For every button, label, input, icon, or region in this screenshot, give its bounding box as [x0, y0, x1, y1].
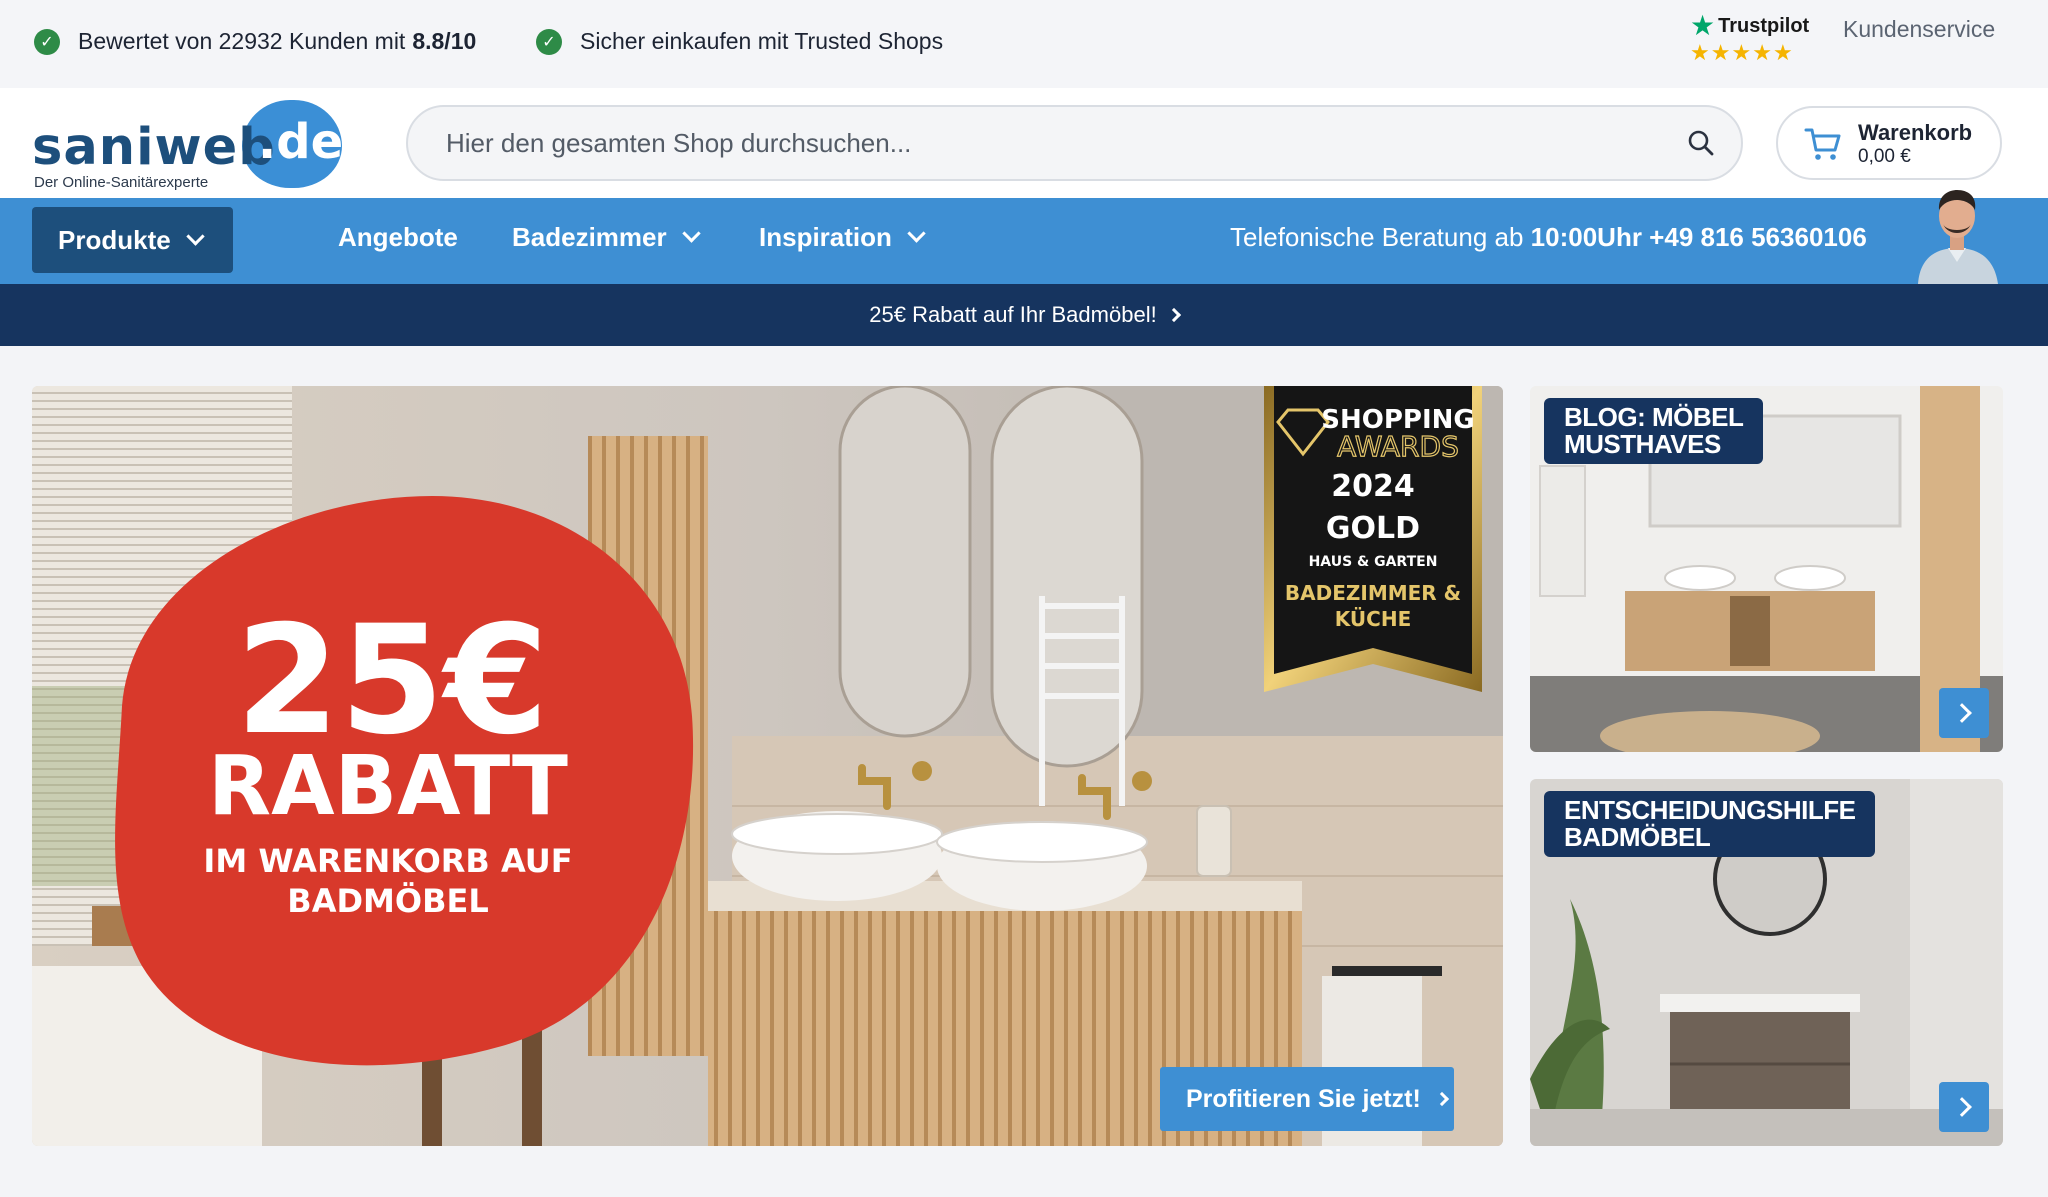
trustpilot-widget[interactable]: ★ Trustpilot ★ ★ ★ ★ ★: [1690, 12, 1809, 64]
chevron-right-icon: [1434, 1091, 1449, 1107]
hero-bathroom-image: 25€ RABATT IM WARENKORB AUF BADMÖBEL SHO…: [32, 386, 1503, 1146]
card-title-line-2: MUSTHAVES: [1564, 429, 1721, 459]
logo[interactable]: saniweb .de Der Online-Sanitärexperte: [32, 100, 344, 191]
customer-service-link[interactable]: Kundenservice: [1843, 16, 1995, 43]
discount-word: RABATT: [208, 739, 568, 834]
award-sub-2: KÜCHE: [1335, 607, 1411, 631]
rating-value: 8.8/10: [412, 28, 477, 54]
nav-item-offers[interactable]: Angebote: [338, 222, 458, 253]
star-icon: ★: [1710, 40, 1731, 65]
top-bar: ✓ Bewertet von 22932 Kunden mit 8.8/10 ✓…: [0, 0, 2048, 88]
star-icon: ★: [1772, 40, 1793, 65]
chevron-right-icon: [1166, 307, 1181, 323]
nav-item-label: Badezimmer: [512, 222, 667, 252]
search-icon[interactable]: [1687, 129, 1715, 157]
chevron-down-icon: [907, 224, 926, 243]
logo-tagline: Der Online-Sanitärexperte: [34, 174, 209, 191]
chevron-down-icon: [185, 226, 205, 246]
card-title-badge: BLOG: MÖBEL MUSTHAVES: [1544, 398, 1764, 464]
card-title-line-1: ENTSCHEIDUNGSHILFE: [1564, 795, 1856, 825]
cart-button[interactable]: Warenkorb 0,00 €: [1776, 106, 2002, 180]
phone-number: 10:00Uhr +49 816 56360106: [1530, 222, 1867, 252]
cart-total: 0,00 €: [1858, 146, 1911, 167]
award-category: HAUS & GARTEN: [1309, 554, 1438, 570]
rating-text: Bewertet von 22932 Kunden mit: [78, 28, 406, 54]
discount-line-2: BADMÖBEL: [287, 882, 488, 920]
products-menu-button[interactable]: Produkte: [32, 207, 233, 273]
nav-item-bathroom[interactable]: Badezimmer: [512, 222, 701, 253]
trusted-shops-badge: ✓ Sicher einkaufen mit Trusted Shops: [536, 28, 943, 55]
cta-profit-button[interactable]: Profitieren Sie jetzt!: [1160, 1067, 1454, 1131]
cart-icon: [1804, 128, 1841, 160]
card-title-line-1: BLOG: MÖBEL: [1564, 402, 1744, 432]
award-sub-1: BADEZIMMER &: [1285, 581, 1461, 605]
nav-item-label: Inspiration: [759, 222, 892, 252]
trustpilot-name: Trustpilot: [1718, 14, 1810, 37]
card-title-line-2: BADMÖBEL: [1564, 822, 1711, 852]
blog-card-furniture-musthaves[interactable]: BLOG: MÖBEL MUSTHAVES: [1530, 386, 2003, 752]
trustpilot-star-icon: ★: [1690, 10, 1716, 41]
chevron-right-icon[interactable]: [1939, 1082, 1989, 1132]
cta-label: Profitieren Sie jetzt!: [1186, 1084, 1421, 1113]
logo-wordmark: saniweb: [32, 118, 276, 177]
nav-item-inspiration[interactable]: Inspiration: [759, 222, 926, 253]
chevron-right-icon[interactable]: [1939, 688, 1989, 738]
award-level: GOLD: [1326, 511, 1420, 546]
promo-banner: 25€ Rabatt auf Ihr Badmöbel!: [0, 284, 2048, 346]
main-navigation: Produkte Angebote Badezimmer Inspiration…: [0, 198, 2048, 284]
award-line-2: AWARDS: [1337, 430, 1459, 463]
trustpilot-rating-stars: ★ ★ ★ ★ ★: [1690, 42, 1809, 64]
chevron-down-icon: [681, 224, 701, 243]
award-year: 2024: [1331, 469, 1415, 504]
hero-banner[interactable]: 25€ RABATT IM WARENKORB AUF BADMÖBEL SHO…: [32, 386, 1503, 1146]
cart-label: Warenkorb: [1858, 120, 1973, 145]
discount-line-1: IM WARENKORB AUF: [203, 842, 572, 880]
star-icon: ★: [1752, 40, 1772, 65]
header: saniweb .de Der Online-Sanitärexperte Wa…: [0, 88, 2048, 198]
guide-card-bathroom-furniture[interactable]: ENTSCHEIDUNGSHILFE BADMÖBEL: [1530, 779, 2003, 1146]
star-icon: ★: [1690, 40, 1710, 65]
check-icon: ✓: [34, 28, 60, 55]
products-label: Produkte: [58, 224, 171, 255]
search-bar: [406, 105, 1743, 181]
star-icon: ★: [1731, 40, 1752, 65]
search-input[interactable]: [446, 107, 1626, 179]
promo-text: 25€ Rabatt auf Ihr Badmöbel!: [869, 302, 1157, 327]
shopping-award-badge: SHOPPING AWARDS 2024 GOLD HAUS & GARTEN …: [1264, 386, 1482, 692]
check-icon: ✓: [536, 28, 562, 55]
promo-link[interactable]: 25€ Rabatt auf Ihr Badmöbel!: [0, 284, 2048, 346]
logo-tld: .de: [258, 114, 344, 170]
phone-prefix: Telefonische Beratung ab: [1230, 222, 1524, 252]
trusted-shops-text: Sicher einkaufen mit Trusted Shops: [580, 28, 944, 54]
phone-consultation[interactable]: Telefonische Beratung ab 10:00Uhr +49 81…: [1230, 222, 1867, 253]
card-title-badge: ENTSCHEIDUNGSHILFE BADMÖBEL: [1544, 791, 1876, 857]
support-agent-avatar: [1918, 190, 1998, 284]
customer-rating: ✓ Bewertet von 22932 Kunden mit 8.8/10: [34, 28, 476, 55]
